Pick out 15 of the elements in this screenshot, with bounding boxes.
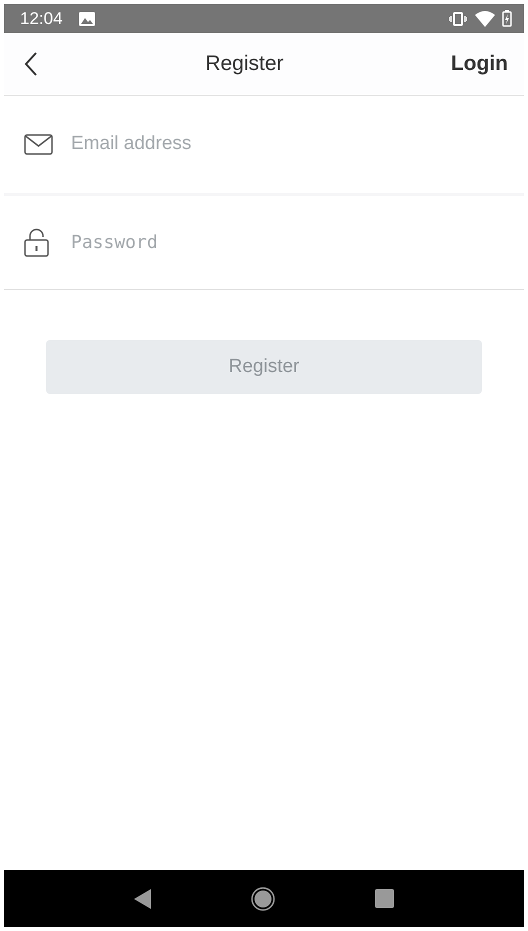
email-field[interactable]: Email address [69,129,524,160]
wifi-icon [475,10,495,26]
login-link[interactable]: Login [450,48,508,80]
mail-icon [24,134,53,155]
image-notification-icon [78,12,95,26]
back-icon[interactable] [24,52,38,76]
password-field[interactable]: Password [69,228,524,257]
recents-nav-icon[interactable] [375,889,394,908]
vibrate-icon [449,12,467,26]
home-nav-icon[interactable] [251,886,276,910]
lock-icon [24,228,49,257]
back-nav-icon[interactable] [134,888,152,908]
page-title: Register [204,51,285,78]
battery-icon [502,10,512,27]
status-time: 12:04 [20,8,63,30]
